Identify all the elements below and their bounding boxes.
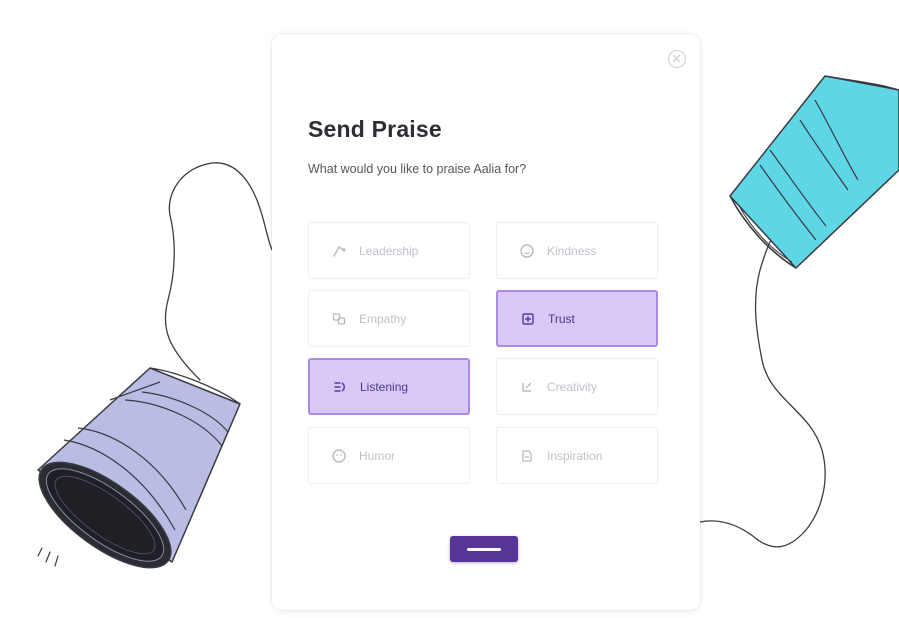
humor-icon [331,448,347,464]
button-label-placeholder [467,548,501,551]
praise-options-grid: Leadership Kindness Empathy Trust Listening C… [308,222,662,485]
praise-option-label: Empathy [359,311,407,326]
trust-icon [520,311,536,327]
empathy-icon [331,311,347,327]
listening-icon [332,379,348,395]
praise-option-humor[interactable]: Humor [308,427,470,484]
right-cup-icon [729,75,899,269]
praise-option-creativity[interactable]: Creativity [496,358,658,415]
close-button[interactable] [668,50,686,68]
praise-option-leadership[interactable]: Leadership [308,222,470,279]
praise-option-label: Kindness [547,243,597,258]
praise-option-listening[interactable]: Listening [308,358,470,415]
dialog-title: Send Praise [308,116,442,142]
praise-option-trust[interactable]: Trust [496,290,658,347]
close-icon [672,54,681,63]
right-string-icon [699,231,826,548]
send-praise-button[interactable] [450,536,518,562]
left-string-icon [164,162,277,381]
send-praise-dialog: Send Praise What would you like to prais… [272,34,700,610]
praise-option-label: Creativity [547,379,598,394]
praise-option-kindness[interactable]: Kindness [496,222,658,279]
praise-option-label: Leadership [359,243,419,258]
kindness-icon [519,243,535,259]
creativity-icon [519,379,535,395]
left-cup-icon [37,367,241,569]
sound-marks-icon [37,547,59,567]
dialog-subtitle: What would you like to praise Aalia for? [308,162,527,176]
praise-option-label: Trust [548,311,575,326]
praise-option-empathy[interactable]: Empathy [308,290,470,347]
praise-option-inspiration[interactable]: Inspiration [496,427,658,484]
praise-option-label: Inspiration [547,448,603,463]
praise-option-label: Listening [360,379,409,394]
praise-option-label: Humor [359,448,396,463]
leadership-icon [331,243,347,259]
inspiration-icon [519,448,535,464]
